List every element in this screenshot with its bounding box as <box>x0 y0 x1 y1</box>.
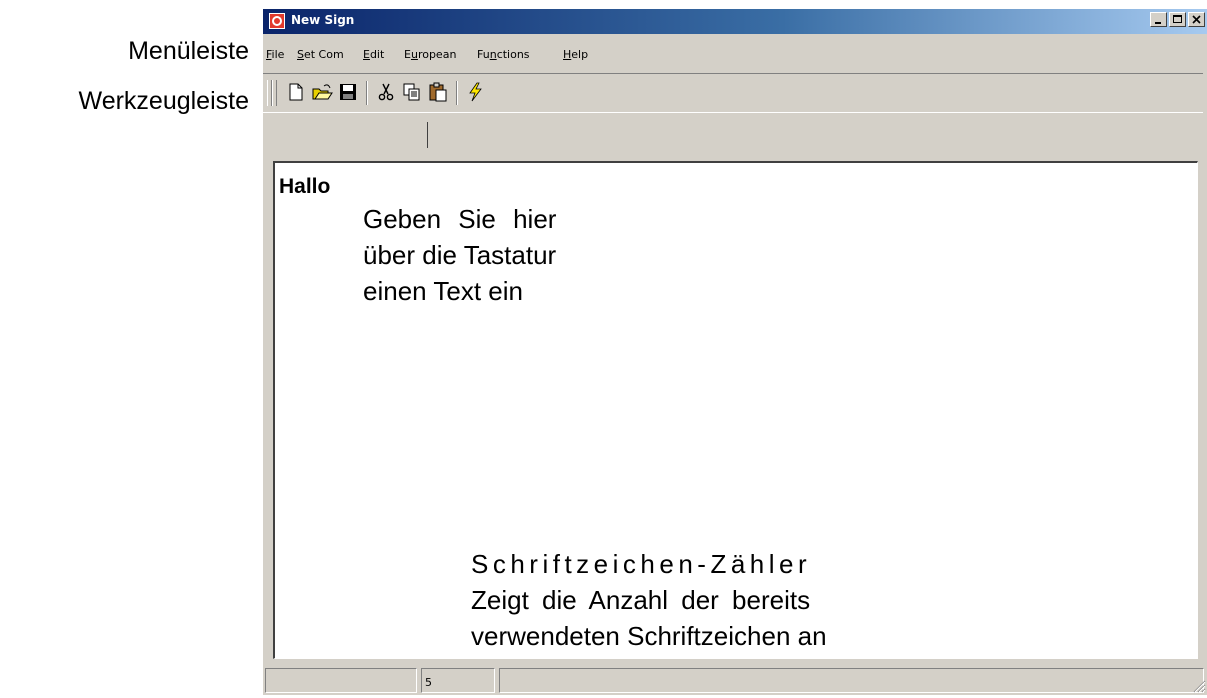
toolbar-annotation-label: Werkzeugleiste <box>78 87 249 115</box>
counter-hint-title: Schriftzeichen-Zähler <box>471 549 812 579</box>
menu-set-com[interactable]: Set Com <box>297 48 344 61</box>
window-title: New Sign <box>291 13 355 27</box>
menu-bar: File Set Com Edit European Functions Hel… <box>263 36 1207 62</box>
app-window: New Sign File Set Com Edit European Func… <box>262 9 1207 695</box>
text-editor[interactable]: Hallo Geben Sie hier über die Tastatur e… <box>273 161 1198 659</box>
input-hint-line1: Geben Sie hier <box>363 204 557 234</box>
copy-icon[interactable] <box>401 81 423 103</box>
menu-file[interactable]: File <box>266 48 284 61</box>
app-icon[interactable] <box>269 13 285 29</box>
open-folder-icon[interactable] <box>311 81 333 103</box>
menu-european[interactable]: European <box>404 48 456 61</box>
cut-icon[interactable] <box>375 81 397 103</box>
maximize-icon[interactable] <box>1169 12 1186 27</box>
toolbar-grip-2[interactable] <box>272 80 277 106</box>
status-panel-1 <box>265 668 417 693</box>
toolbar <box>263 73 1203 113</box>
counter-hint-annotation: Schriftzeichen-Zähler Zeigt die Anzahl d… <box>471 546 827 654</box>
menu-functions[interactable]: Functions <box>477 48 530 61</box>
input-hint-line3: einen Text ein <box>363 276 523 306</box>
title-bar[interactable]: New Sign <box>263 9 1207 34</box>
toolbar-separator-2 <box>456 81 458 105</box>
tab-divider[interactable] <box>427 122 428 148</box>
status-panel-3 <box>499 668 1204 693</box>
input-hint-line2: über die Tastatur <box>363 240 557 270</box>
minimize-icon[interactable] <box>1150 12 1167 27</box>
toolbar-separator <box>366 81 368 105</box>
counter-hint-line1: Zeigt die Anzahl der bereits <box>471 585 811 615</box>
menu-edit[interactable]: Edit <box>363 48 384 61</box>
counter-hint-line2: verwendeten Schriftzeichen an <box>471 621 827 651</box>
menu-help[interactable]: Help <box>563 48 588 61</box>
editor-content[interactable]: Hallo <box>279 175 330 199</box>
tab-strip <box>263 117 1203 153</box>
window-controls <box>1148 12 1205 27</box>
menubar-annotation-label: Menüleiste <box>128 37 249 65</box>
lightning-icon[interactable] <box>464 81 486 103</box>
char-count: 5 <box>421 668 495 693</box>
status-bar: 5 <box>263 666 1207 695</box>
input-hint-annotation: Geben Sie hier über die Tastatur einen T… <box>363 201 556 309</box>
save-icon[interactable] <box>337 81 359 103</box>
new-file-icon[interactable] <box>285 81 307 103</box>
resize-grip-icon[interactable] <box>1190 677 1206 693</box>
close-icon[interactable] <box>1188 12 1205 27</box>
paste-icon[interactable] <box>427 81 449 103</box>
